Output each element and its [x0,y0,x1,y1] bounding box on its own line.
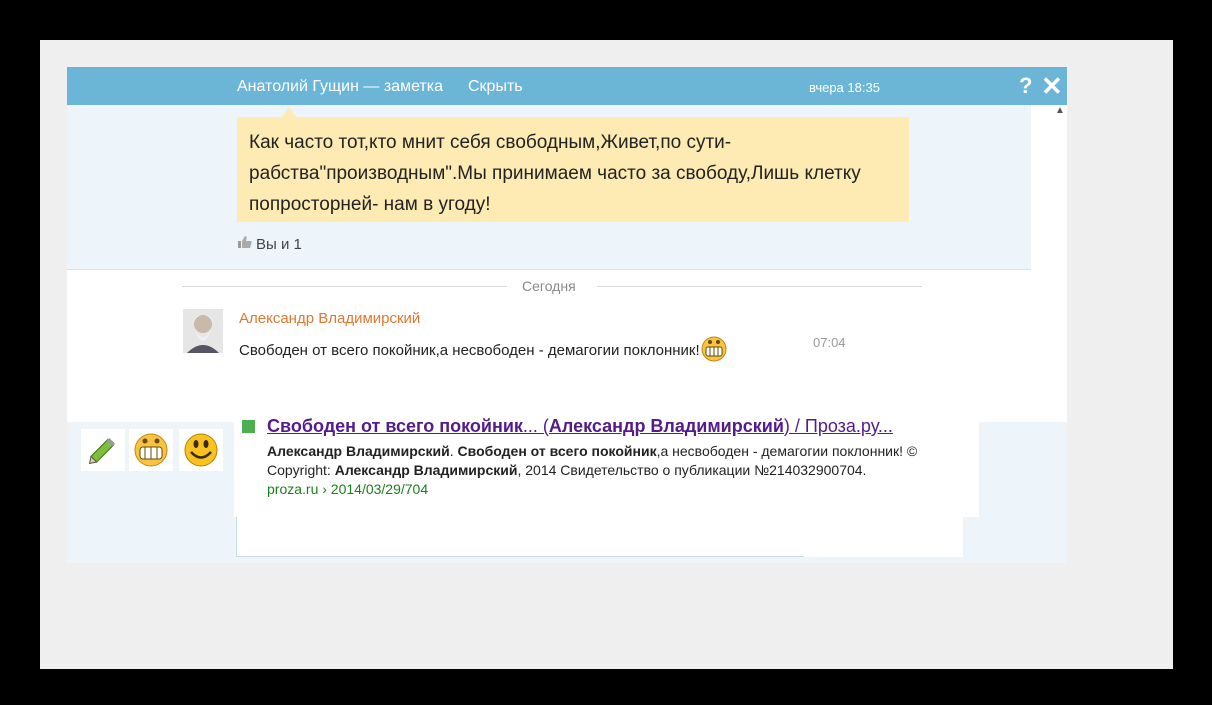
smile-smiley-icon[interactable] [179,429,223,471]
avatar[interactable] [183,309,223,353]
message-input[interactable] [236,517,963,557]
note-line: Как часто тот,кто мнит себя свободным,Жи… [249,132,732,153]
divider-line-left [182,286,507,287]
close-icon[interactable]: ✕ [1041,71,1063,102]
note-line: попросторней- нам в угоду! [249,194,491,215]
pencil-icon[interactable] [81,429,125,471]
divider-line-right [597,286,922,287]
note-window: Анатолий Гущин — заметка Скрыть вчера 18… [67,67,1067,563]
note-bubble-tail [282,107,296,117]
result-description: Александр Владимирский. Свободен от всег… [267,443,918,478]
composer-toolbar [79,429,224,471]
note-text-bubble: Как часто тот,кто мнит себя свободным,Жи… [237,117,909,222]
result-marker-icon [242,420,255,433]
window-title[interactable]: Анатолий Гущин — заметка [237,78,443,96]
scrollbar[interactable] [1031,105,1067,471]
hide-link[interactable]: Скрыть [468,78,523,96]
comment-text: Свободен от всего покойник,а несвободен … [239,336,728,366]
date-divider: Сегодня [522,278,576,294]
result-title-link[interactable]: Свободен от всего покойник... (Александр… [267,416,893,437]
likes[interactable]: Вы и 1 [237,235,302,253]
scroll-up-icon[interactable]: ▲ [1053,105,1067,117]
help-icon[interactable]: ? [1019,73,1032,99]
likes-text: Вы и 1 [256,236,302,253]
note-line: рабства"производным".Мы принимаем часто … [249,163,861,184]
grin-emoji-icon [700,336,728,366]
pasted-search-result: Свободен от всего покойник... (Александр… [234,412,979,517]
note-time: вчера 18:35 [809,80,880,95]
result-url[interactable]: proza.ru › 2014/03/29/704 [267,481,428,497]
comment-author[interactable]: Александр Владимирский [239,310,420,327]
grin-smiley-icon[interactable] [129,429,173,471]
comment-time: 07:04 [813,335,846,350]
title-bar: Анатолий Гущин — заметка Скрыть вчера 18… [67,67,1067,105]
input-border [236,556,804,557]
thumb-up-icon [237,235,253,253]
